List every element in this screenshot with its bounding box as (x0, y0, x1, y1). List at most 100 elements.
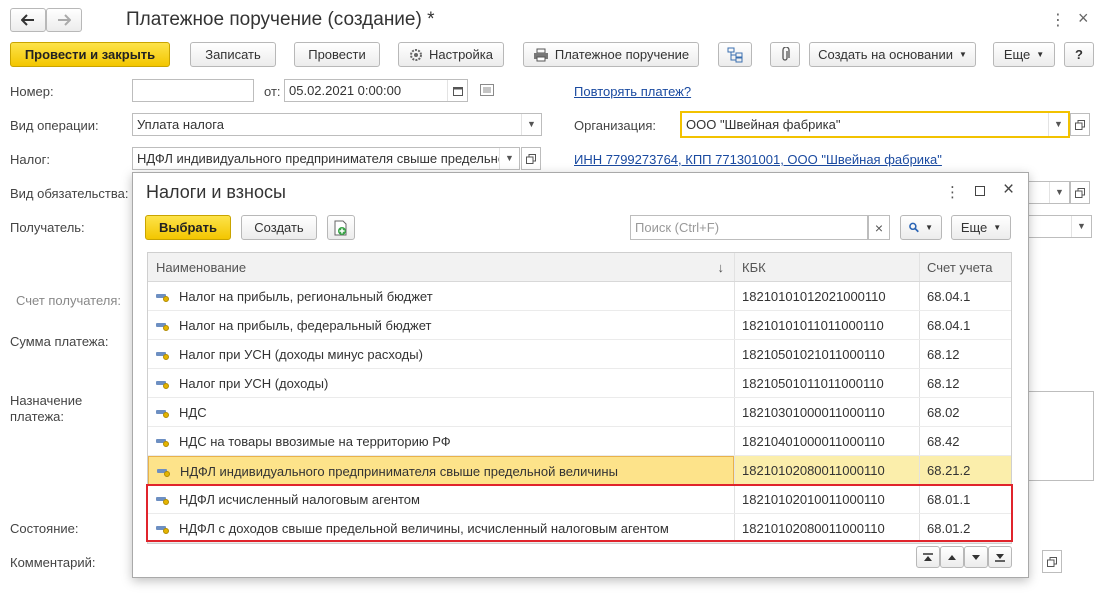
account-cell: 68.12 (927, 376, 960, 391)
taxes-table: Наименование ↓ КБК Счет учета Налог на п… (147, 252, 1012, 544)
scroll-up-button[interactable] (940, 546, 964, 568)
scroll-top-button[interactable] (916, 546, 940, 568)
account-cell: 68.02 (927, 405, 960, 420)
operation-type-select[interactable]: Уплата налога ▼ (132, 113, 542, 136)
close-icon[interactable]: × (1003, 179, 1014, 201)
more-vertical-icon[interactable]: ⋮ (1050, 10, 1066, 30)
kbk-cell: 18210301000011000110 (742, 405, 885, 420)
arrow-right-icon (58, 14, 71, 26)
account-cell: 68.01.1 (927, 492, 971, 507)
kbk-cell: 18210501021011000110 (742, 347, 885, 362)
table-row[interactable]: Налог на прибыль, федеральный бюджет 1821… (148, 311, 1011, 340)
recipient-right-field[interactable]: ▼ (1020, 215, 1092, 238)
tax-name-cell: Налог на прибыль, региональный бюджет (148, 282, 734, 311)
select-button[interactable]: Выбрать (145, 215, 231, 240)
date-from-label: от: (264, 84, 281, 99)
chevron-down-icon: ▼ (993, 223, 1002, 232)
dialog-more-button[interactable]: Еще ▼ (951, 215, 1011, 240)
kbk-cell: 18210102080011000110 (742, 521, 885, 536)
tax-field[interactable]: НДФЛ индивидуального предпринимателя свы… (132, 147, 520, 170)
help-button[interactable]: ? (1064, 42, 1094, 67)
column-kbk-header[interactable]: КБК (734, 253, 919, 282)
gear-icon (410, 48, 422, 61)
open-comment-button[interactable] (1042, 550, 1062, 573)
table-row[interactable]: НДФЛ с доходов свыше предельной величины… (148, 514, 1011, 543)
catalog-item-icon (156, 437, 170, 447)
paperclip-icon (782, 46, 790, 61)
post-button[interactable]: Провести (294, 42, 380, 67)
chevron-down-icon[interactable]: ▼ (521, 114, 541, 135)
save-button[interactable]: Записать (190, 42, 276, 67)
number-field[interactable] (132, 79, 254, 102)
comment-label: Комментарий: (10, 555, 96, 570)
scroll-down-button[interactable] (964, 546, 988, 568)
account-cell: 68.04.1 (927, 289, 971, 304)
account-cell: 68.21.2 (927, 463, 971, 478)
create-button[interactable]: Создать (241, 215, 317, 240)
add-document-icon (334, 220, 347, 235)
tax-name-cell: Налог на прибыль, федеральный бюджет (148, 311, 734, 340)
tax-name-cell: НДФЛ исчисленный налоговым агентом (148, 485, 734, 514)
window-title: Платежное поручение (создание) * (126, 9, 435, 30)
repeat-payment-link[interactable]: Повторять платеж? (574, 84, 691, 99)
maximize-icon[interactable] (975, 186, 985, 196)
calendar-icon[interactable] (447, 80, 467, 101)
search-clear-button[interactable]: × (868, 215, 890, 240)
open-tax-button[interactable] (521, 147, 541, 170)
recipient-account-label: Счет получателя: (16, 293, 122, 308)
taxes-dialog: Налоги и взносы ⋮ × Выбрать Создать Поис… (132, 172, 1029, 578)
inn-kpp-link[interactable]: ИНН 7799273764, КПП 771301001, ООО "Швей… (574, 152, 942, 167)
more-vertical-icon[interactable]: ⋮ (945, 183, 960, 201)
create-based-on-button[interactable]: Создать на основании ▼ (809, 42, 976, 67)
open-window-icon (1075, 187, 1085, 198)
catalog-item-icon (156, 321, 170, 331)
table-row[interactable]: НДС на товары ввозимые на территорию РФ 1… (148, 427, 1011, 456)
search-input[interactable]: Поиск (Ctrl+F) (630, 215, 868, 240)
number-label: Номер: (10, 84, 54, 99)
structure-button[interactable] (718, 42, 752, 67)
table-row[interactable]: НДС 18210301000011000110 68.02 (148, 398, 1011, 427)
account-cell: 68.04.1 (927, 318, 971, 333)
column-name-header[interactable]: Наименование ↓ (148, 253, 734, 282)
column-account-header[interactable]: Счет учета (919, 253, 1011, 282)
scroll-bottom-button[interactable] (988, 546, 1012, 568)
open-obligation-button[interactable] (1070, 181, 1090, 204)
open-organization-button[interactable] (1070, 113, 1090, 136)
forward-button[interactable] (46, 8, 82, 32)
close-icon[interactable]: × (1078, 8, 1089, 29)
chevron-down-icon (972, 554, 980, 560)
account-cell: 68.12 (927, 347, 960, 362)
chevron-down-icon[interactable]: ▼ (1048, 113, 1068, 136)
tax-name-cell: НДФЛ с доходов свыше предельной величины… (148, 514, 734, 543)
printer-icon (533, 48, 548, 61)
catalog-item-icon (156, 524, 170, 534)
chevron-down-icon[interactable]: ▼ (499, 148, 519, 169)
print-payment-order-button[interactable]: Платежное поручение (523, 42, 699, 67)
add-item-button[interactable] (327, 215, 355, 240)
more-button[interactable]: Еще ▼ (993, 42, 1055, 67)
payment-purpose-textarea[interactable] (1020, 391, 1094, 481)
tax-name-cell: Налог при УСН (доходы) (148, 369, 734, 398)
hierarchy-icon (727, 47, 743, 62)
table-row[interactable]: НДФЛ исчисленный налоговым агентом 182101… (148, 485, 1011, 514)
state-label: Состояние: (10, 521, 79, 536)
organization-field[interactable]: ООО "Швейная фабрика" ▼ (680, 111, 1070, 138)
settings-button[interactable]: Настройка (398, 42, 504, 67)
document-icon[interactable] (480, 84, 494, 99)
table-row[interactable]: Налог при УСН (доходы) 182105010110110001… (148, 369, 1011, 398)
post-and-close-button[interactable]: Провести и закрыть (10, 42, 170, 67)
back-button[interactable] (10, 8, 46, 32)
tax-name-cell: Налог при УСН (доходы минус расходы) (148, 340, 734, 369)
organization-label: Организация: (574, 118, 657, 133)
chevron-down-icon: ▼ (958, 50, 967, 59)
search-options-button[interactable]: ▼ (900, 215, 942, 240)
date-field[interactable]: 05.02.2021 0:00:00 (284, 79, 468, 102)
table-row[interactable]: НДФЛ индивидуального предпринимателя свы… (148, 456, 1011, 485)
table-row[interactable]: Налог при УСН (доходы минус расходы) 1821… (148, 340, 1011, 369)
table-row[interactable]: Налог на прибыль, региональный бюджет 182… (148, 282, 1011, 311)
kbk-cell: 18210102010011000110 (742, 492, 885, 507)
chevron-down-icon[interactable]: ▼ (1071, 216, 1091, 237)
chevron-down-icon[interactable]: ▼ (1049, 182, 1069, 203)
sort-down-icon: ↓ (717, 260, 725, 275)
attach-button[interactable] (770, 42, 800, 67)
